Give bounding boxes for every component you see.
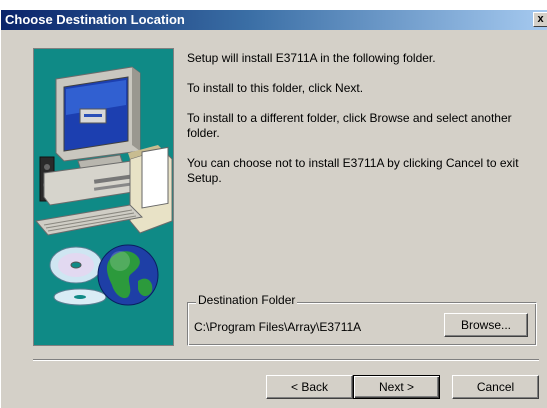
globe-icon bbox=[97, 244, 159, 306]
next-button-label: Next > bbox=[378, 380, 414, 394]
setup-dialog: Choose Destination Location x Setup will… bbox=[0, 0, 547, 408]
top-strip bbox=[1, 0, 547, 10]
destination-path: C:\Program Files\Array\E3711A bbox=[194, 320, 362, 334]
destination-folder-label: Destination Folder bbox=[196, 293, 298, 308]
cancel-button[interactable]: Cancel bbox=[452, 375, 539, 399]
monitor-icon bbox=[55, 66, 141, 174]
back-button[interactable]: < Back bbox=[266, 375, 353, 399]
browse-button-label: Browse... bbox=[460, 318, 511, 332]
next-button[interactable]: Next > bbox=[353, 375, 440, 399]
illustration-svg bbox=[35, 66, 173, 306]
install-info-text: Setup will install E3711A in the followi… bbox=[187, 51, 436, 65]
install-cancel-text: You can choose not to install E3711A by … bbox=[187, 156, 519, 185]
browse-button[interactable]: Browse... bbox=[444, 313, 528, 337]
computer-disks-globe-illustration bbox=[33, 48, 174, 346]
install-next-text: To install to this folder, click Next. bbox=[187, 81, 364, 95]
title-bar[interactable]: Choose Destination Location x bbox=[1, 10, 547, 30]
back-button-label: < Back bbox=[290, 380, 329, 394]
cancel-button-label: Cancel bbox=[476, 380, 515, 394]
box-icon bbox=[128, 145, 173, 234]
button-separator bbox=[33, 359, 539, 361]
install-browse-text: To install to a different folder, click … bbox=[187, 111, 512, 140]
keyboard-icon bbox=[35, 204, 144, 236]
window-title: Choose Destination Location bbox=[5, 12, 185, 27]
close-icon[interactable]: x bbox=[533, 12, 547, 27]
